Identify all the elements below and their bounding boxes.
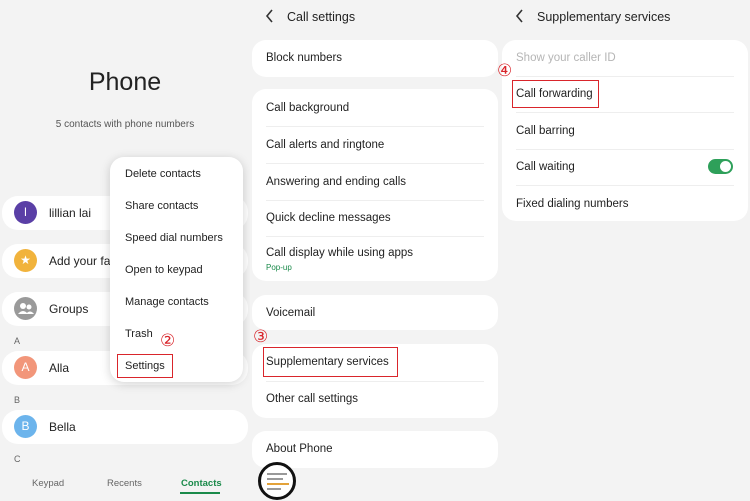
- tab-contacts[interactable]: Contacts: [181, 478, 222, 489]
- contact-name: Alla: [49, 361, 70, 375]
- call-options-card: Call background Call alerts and ringtone…: [252, 89, 498, 281]
- tab-recents[interactable]: Recents: [107, 478, 142, 489]
- overflow-menu: Delete contacts Share contacts Speed dia…: [110, 157, 243, 382]
- highlight-box: [263, 347, 398, 377]
- divider: [266, 163, 484, 164]
- block-numbers-card: Block numbers: [252, 40, 498, 77]
- call-barring-item[interactable]: Call barring: [516, 125, 575, 137]
- page-title: Phone: [88, 68, 162, 96]
- supplementary-services-panel: Supplementary services Show your caller …: [497, 0, 750, 501]
- thumb-line: [267, 473, 287, 475]
- divider: [516, 149, 734, 150]
- contact-name: Add your fa: [49, 254, 111, 268]
- section-letter: C: [14, 454, 21, 464]
- call-background-item[interactable]: Call background: [266, 102, 349, 114]
- menu-item-manage-contacts[interactable]: Manage contacts: [125, 296, 209, 308]
- voicemail-item[interactable]: Voicemail: [266, 307, 315, 319]
- show-caller-id-item: Show your caller ID: [516, 52, 616, 64]
- contacts-count: 5 contacts with phone numbers: [55, 119, 195, 130]
- contact-name: Groups: [49, 302, 89, 316]
- divider: [516, 185, 734, 186]
- thumb-line: [267, 483, 289, 485]
- step-marker-3: ③: [253, 327, 269, 346]
- about-card: About Phone: [252, 431, 498, 468]
- answering-ending-item[interactable]: Answering and ending calls: [266, 176, 406, 188]
- section-letter: B: [14, 395, 21, 405]
- divider: [516, 112, 734, 113]
- call-waiting-toggle[interactable]: [708, 159, 733, 174]
- call-settings-panel: Call settings Block numbers Call backgro…: [250, 0, 500, 501]
- about-phone-item[interactable]: About Phone: [266, 443, 333, 455]
- highlight-box: [117, 354, 173, 378]
- avatar: B: [14, 415, 37, 438]
- page-title: Call settings: [287, 10, 356, 24]
- call-waiting-item[interactable]: Call waiting: [516, 161, 575, 173]
- divider: [266, 236, 484, 237]
- divider: [266, 126, 484, 127]
- voicemail-card: Voicemail: [252, 295, 498, 330]
- thumb-line: [267, 478, 283, 480]
- contact-name: Bella: [49, 420, 76, 434]
- contact-bella[interactable]: B Bella: [2, 410, 248, 444]
- highlight-box: [512, 80, 599, 108]
- call-display-value: Pop-up: [266, 263, 292, 272]
- page-title: Supplementary services: [537, 10, 671, 24]
- step-marker-4: ④: [497, 61, 513, 80]
- avatar: l: [14, 201, 37, 224]
- step-marker-2: ②: [160, 331, 176, 350]
- toggle-knob: [720, 161, 731, 172]
- screenshot-thumbnail[interactable]: [258, 462, 296, 500]
- groups-icon: [14, 297, 37, 320]
- menu-item-share-contacts[interactable]: Share contacts: [125, 200, 198, 212]
- menu-item-trash[interactable]: Trash: [125, 328, 153, 340]
- menu-item-open-keypad[interactable]: Open to keypad: [125, 264, 203, 276]
- thumb-line: [267, 488, 281, 490]
- call-display-item[interactable]: Call display while using apps: [266, 247, 413, 259]
- avatar: A: [14, 356, 37, 379]
- divider: [516, 76, 734, 77]
- quick-decline-item[interactable]: Quick decline messages: [266, 212, 391, 224]
- tab-keypad[interactable]: Keypad: [32, 478, 64, 489]
- other-call-settings-item[interactable]: Other call settings: [266, 393, 358, 405]
- back-arrow-icon[interactable]: [264, 8, 276, 24]
- phone-panel: Phone 5 contacts with phone numbers l li…: [0, 0, 250, 501]
- services-list-card: Show your caller ID Call forwarding Call…: [502, 40, 748, 221]
- divider: [266, 381, 484, 382]
- block-numbers-item[interactable]: Block numbers: [266, 52, 342, 64]
- contact-name: lillian lai: [49, 206, 92, 220]
- menu-item-delete-contacts[interactable]: Delete contacts: [125, 168, 201, 180]
- back-arrow-icon[interactable]: [514, 8, 526, 24]
- menu-item-speed-dial[interactable]: Speed dial numbers: [125, 232, 223, 244]
- fixed-dialing-item[interactable]: Fixed dialing numbers: [516, 198, 629, 210]
- section-letter: A: [14, 336, 21, 346]
- call-alerts-item[interactable]: Call alerts and ringtone: [266, 139, 384, 151]
- star-icon: ★: [14, 249, 37, 272]
- active-tab-indicator: [180, 492, 220, 494]
- divider: [266, 200, 484, 201]
